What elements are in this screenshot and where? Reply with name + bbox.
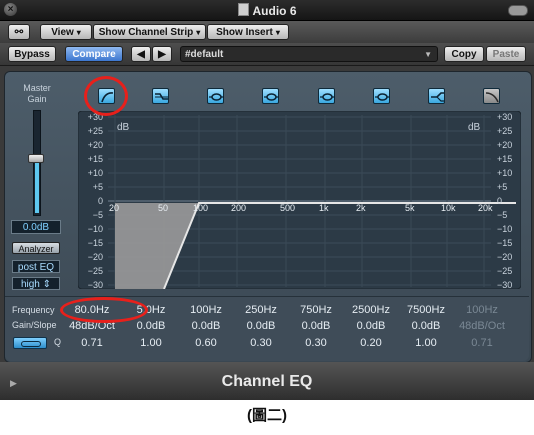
bell-icon — [209, 93, 224, 101]
bell-icon — [375, 93, 390, 101]
gain-value-band-7[interactable]: 0.0dB — [394, 320, 458, 332]
db-scale-label: −25 — [87, 266, 103, 276]
analyzer-mode-select[interactable]: post EQ — [12, 260, 60, 273]
eq-graph-canvas[interactable] — [78, 111, 521, 289]
low-shelf-band-button[interactable] — [152, 88, 169, 104]
high-shelf-band-button[interactable] — [428, 88, 445, 104]
db-scale-label: +5 — [497, 182, 508, 192]
master-gain-label: Master Gain — [23, 83, 51, 104]
plugin-name: Channel EQ — [221, 373, 313, 390]
q-value-band-8[interactable]: 0.71 — [450, 337, 514, 349]
db-scale-label: −30 — [497, 280, 513, 290]
parametric-band-4-button[interactable] — [373, 88, 390, 104]
show-insert-menu[interactable]: Show Insert — [207, 24, 289, 40]
compare-button[interactable]: Compare — [65, 46, 123, 62]
document-icon — [237, 3, 249, 16]
db-scale-label: +25 — [87, 126, 103, 136]
db-scale-label: 0 — [497, 196, 503, 206]
frequency-row-label: Frequency — [12, 305, 55, 315]
frequency-label: 20k — [478, 203, 493, 213]
frequency-label: 2k — [356, 203, 366, 213]
annotation-ring-low-cut — [84, 76, 128, 116]
parametric-band-1-button[interactable] — [207, 88, 224, 104]
db-scale-label: −10 — [497, 224, 513, 234]
link-button[interactable] — [13, 337, 47, 349]
master-gain-fader-fill — [35, 163, 39, 213]
db-scale-label: +15 — [87, 154, 103, 164]
db-scale-label: −5 — [92, 210, 103, 220]
frequency-label: 500 — [280, 203, 296, 213]
paste-button[interactable]: Paste — [486, 46, 526, 62]
frequency-label: 50 — [158, 203, 169, 213]
figure-caption: (圖二) — [247, 407, 287, 424]
high-cut-band-button[interactable] — [483, 88, 500, 104]
db-scale-label: −20 — [87, 252, 103, 262]
bell-icon — [320, 93, 335, 101]
analyzer-button[interactable]: Analyzer — [12, 242, 60, 254]
db-scale-label: −10 — [87, 224, 103, 234]
q-value-band-1[interactable]: 0.71 — [60, 337, 124, 349]
toolbar-toggle-button[interactable] — [508, 5, 528, 16]
db-scale-label: +20 — [87, 140, 103, 150]
window-title: Audio 6 — [0, 3, 534, 18]
db-unit-right: dB — [468, 122, 481, 133]
db-scale-label: −25 — [497, 266, 513, 276]
frequency-label: 20 — [109, 203, 120, 213]
show-channel-strip-menu[interactable]: Show Channel Strip — [93, 24, 206, 40]
top-toolbar: ⚯ View Show Channel Strip Show Insert — [0, 21, 534, 43]
bypass-button[interactable]: Bypass — [8, 46, 56, 62]
db-scale-label: 0 — [97, 196, 103, 206]
db-scale-label: +15 — [497, 154, 513, 164]
analyzer-resolution-select[interactable]: high ⇕ — [12, 277, 60, 290]
db-scale-label: +10 — [87, 168, 103, 178]
next-preset-button[interactable]: ▶ — [152, 46, 172, 62]
bell-icon — [264, 93, 279, 101]
db-scale-label: −30 — [87, 280, 103, 290]
frequency-label: 5k — [405, 203, 415, 213]
link-icon[interactable]: ⚯ — [8, 24, 30, 40]
frequency-value-band-8[interactable]: 100Hz — [450, 304, 514, 316]
db-scale-label: −5 — [497, 210, 508, 220]
frequency-label: 100 — [193, 203, 209, 213]
master-gain-fader-handle[interactable] — [28, 154, 44, 163]
view-menu[interactable]: View — [40, 24, 92, 40]
frequency-label: 10k — [441, 203, 456, 213]
db-scale-label: −15 — [497, 238, 513, 248]
parametric-band-3-button[interactable] — [318, 88, 335, 104]
plugin-window: × Audio 6 ⚯ View Show Channel Strip Show… — [0, 0, 534, 400]
db-scale-label: +25 — [497, 126, 513, 136]
preset-menu[interactable]: #default ▼ — [180, 46, 438, 62]
master-gain-value[interactable]: 0.0dB — [11, 220, 61, 234]
db-scale-label: +10 — [497, 168, 513, 178]
copy-button[interactable]: Copy — [444, 46, 484, 62]
chevron-down-icon: ▼ — [424, 50, 432, 59]
gain-slope-row-label: Gain/Slope — [12, 320, 57, 330]
frequency-label: 200 — [231, 203, 247, 213]
annotation-ring-frequency — [60, 297, 148, 323]
frequency-value-band-7[interactable]: 7500Hz — [394, 304, 458, 316]
high-shelf-icon — [431, 92, 444, 102]
gain-value-band-8[interactable]: 48dB/Oct — [450, 320, 514, 332]
previous-preset-button[interactable]: ◀ — [131, 46, 151, 62]
parametric-band-2-button[interactable] — [262, 88, 279, 104]
q-value-band-7[interactable]: 1.00 — [394, 337, 458, 349]
low-shelf-icon — [155, 93, 168, 100]
frequency-label: 1k — [319, 203, 329, 213]
db-scale-label: +5 — [92, 182, 103, 192]
db-unit-left: dB — [117, 122, 130, 133]
db-scale-label: +30 — [497, 112, 513, 122]
title-bar[interactable]: × Audio 6 — [0, 0, 534, 21]
eq-graph[interactable] — [78, 111, 521, 289]
db-scale-label: −15 — [87, 238, 103, 248]
db-scale-label: +20 — [497, 140, 513, 150]
high-cut-icon — [485, 92, 499, 103]
db-scale-label: −20 — [497, 252, 513, 262]
